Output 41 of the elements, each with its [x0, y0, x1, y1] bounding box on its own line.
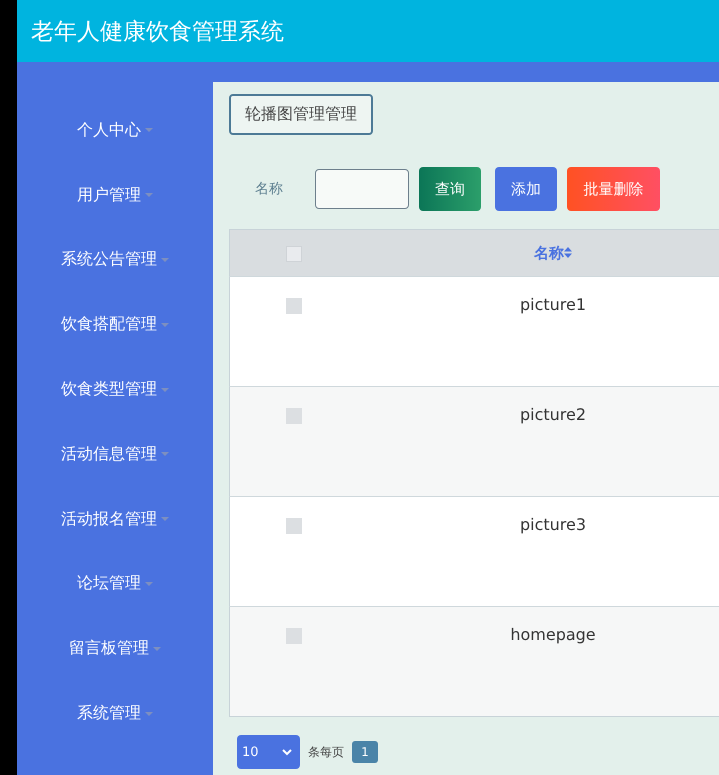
- checkbox[interactable]: [286, 298, 302, 314]
- column-header[interactable]: 名称: [534, 244, 572, 262]
- chevron-icon: [282, 748, 292, 756]
- app-title: 老年人健康饮食管理系统: [31, 18, 284, 46]
- checkbox[interactable]: [286, 518, 302, 534]
- caret-icon: [145, 128, 153, 132]
- table-cell: picture1: [520, 295, 586, 314]
- caret-icon: [145, 193, 153, 198]
- sidebar-item[interactable]: 饮食类型管理: [17, 357, 213, 422]
- caret-icon: [161, 452, 169, 456]
- caret-icon: [161, 258, 169, 262]
- sidebar-item[interactable]: 系统公告管理: [17, 228, 213, 292]
- caret-icon: [145, 582, 153, 586]
- checkbox[interactable]: [286, 408, 302, 424]
- sidebar-item[interactable]: 活动信息管理: [17, 422, 213, 487]
- caret-icon: [161, 388, 169, 392]
- table-cell: picture3: [520, 515, 586, 534]
- sidebar-item[interactable]: 留言板管理: [17, 616, 213, 682]
- per-page-label: 条每页: [308, 744, 344, 760]
- page-button[interactable]: 1: [352, 741, 378, 763]
- sidebar-item[interactable]: 系统管理: [17, 681, 213, 746]
- field-label: 名称: [255, 180, 284, 198]
- checkbox[interactable]: [286, 246, 302, 262]
- caret-icon: [153, 646, 161, 651]
- sort-icon: [564, 248, 572, 260]
- sidebar-item[interactable]: 活动报名管理: [17, 486, 213, 552]
- search-button[interactable]: 查询: [419, 167, 481, 211]
- caret-icon: [161, 517, 169, 522]
- caret-icon: [145, 712, 153, 716]
- table-cell: homepage: [510, 625, 596, 644]
- sidebar-item[interactable]: 用户管理: [17, 162, 213, 228]
- name-field[interactable]: [315, 169, 409, 209]
- page-size-select[interactable]: 10: [237, 735, 300, 769]
- sidebar-item[interactable]: 论坛管理: [17, 552, 213, 616]
- sidebar-item[interactable]: 饮食搭配管理: [17, 292, 213, 358]
- sidebar-item[interactable]: 个人中心: [17, 98, 213, 163]
- add-button[interactable]: 添加: [495, 167, 557, 211]
- delete-button[interactable]: 批量删除: [567, 167, 660, 211]
- table-cell: picture2: [520, 405, 586, 424]
- caret-icon: [161, 322, 169, 327]
- checkbox[interactable]: [286, 628, 302, 644]
